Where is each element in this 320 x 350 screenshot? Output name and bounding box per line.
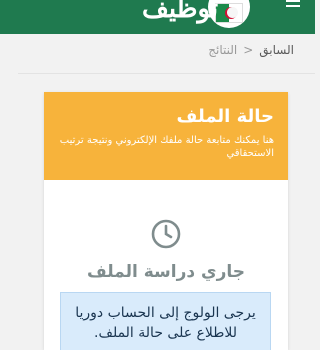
file-status-text: جاري دراسة الملف	[87, 262, 245, 282]
divider	[18, 73, 315, 74]
card-subtitle: هنا يمكنك متابعة حالة ملفك الإلكتروني ون…	[59, 135, 274, 159]
top-navigation-bar: توظيف	[0, 0, 315, 34]
brand-logo-text[interactable]: توظيف	[142, 0, 218, 24]
file-status-card: حالة الملف هنا يمكنك متابعة حالة ملفك ال…	[44, 92, 288, 350]
hamburger-menu-icon[interactable]	[286, 0, 300, 12]
breadcrumb-back-link[interactable]: السابق	[259, 43, 294, 57]
breadcrumb: السابق < النتائج	[208, 40, 294, 60]
breadcrumb-current: النتائج	[208, 43, 238, 57]
card-body: جاري دراسة الملف يرجى الولوج إلى الحساب …	[44, 180, 288, 350]
breadcrumb-separator: <	[243, 43, 254, 57]
card-title: حالة الملف	[176, 106, 274, 127]
clock-icon	[151, 219, 181, 249]
card-header: حالة الملف هنا يمكنك متابعة حالة ملفك ال…	[44, 92, 288, 180]
info-notice: يرجى الولوج إلى الحساب دوريا للاطلاع على…	[60, 292, 271, 350]
